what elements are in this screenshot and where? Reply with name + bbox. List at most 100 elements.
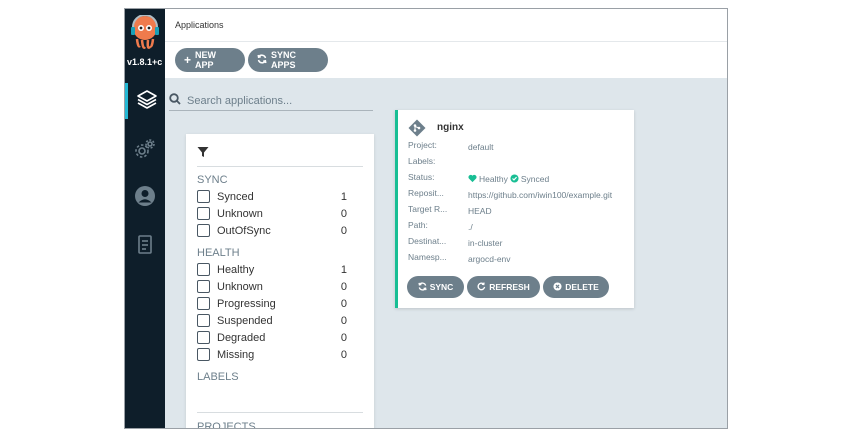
field-repository: Reposit... https://github.com/iwin100/exa… [408, 188, 633, 202]
sidebar-item-settings[interactable] [125, 133, 165, 169]
filter-label: OutOfSync [217, 224, 271, 237]
field-status: Status: Healthy Synced [408, 172, 633, 186]
plus-icon: + [184, 53, 192, 67]
checkbox[interactable] [197, 314, 210, 327]
field-key: Project: [408, 140, 437, 150]
sync-icon [257, 54, 267, 66]
app-name[interactable]: nginx [437, 122, 464, 133]
filter-section-health: HEALTH [197, 247, 240, 259]
sync-apps-button[interactable]: SYNC APPS [248, 48, 328, 72]
refresh-icon [477, 281, 486, 293]
refresh-label: REFRESH [489, 282, 530, 292]
delete-label: DELETE [565, 282, 599, 292]
filter-health-degraded[interactable]: Degraded 0 [197, 329, 347, 346]
filter-icon[interactable] [197, 145, 209, 163]
sidebar-item-documentation[interactable] [125, 229, 165, 265]
filter-label: Unknown [217, 280, 263, 293]
checkbox[interactable] [197, 297, 210, 310]
sync-status: Synced [520, 174, 550, 184]
status-value: Healthy Synced [468, 172, 633, 186]
checkbox[interactable] [197, 190, 210, 203]
checkbox[interactable] [197, 331, 210, 344]
filter-section-labels[interactable]: LABELS [197, 371, 239, 383]
sync-label: SYNC [429, 282, 454, 292]
filter-panel: SYNC Synced 1 Unknown 0 OutOfSync 0 HEALTH … [186, 134, 374, 428]
sync-button[interactable]: SYNC [407, 276, 464, 298]
checkbox[interactable] [197, 280, 210, 293]
filter-count: 0 [340, 348, 347, 361]
field-target-revision: Target R... HEAD [408, 204, 633, 218]
field-key: Namesp... [408, 252, 447, 262]
field-destination: Destinat... in-cluster [408, 236, 633, 250]
field-namespace: Namesp... argocd-env [408, 252, 633, 266]
filter-count: 0 [340, 207, 347, 220]
sidebar: v1.8.1+c [125, 9, 165, 428]
layers-icon [136, 88, 158, 115]
field-key: Destinat... [408, 236, 447, 246]
field-value[interactable]: https://github.com/iwin100/example.git [468, 188, 633, 202]
filter-section-sync: SYNC [197, 174, 228, 186]
filter-sync-outofsync[interactable]: OutOfSync 0 [197, 222, 347, 239]
heart-icon [468, 174, 477, 185]
toolbar: + NEW APP SYNC APPS [165, 42, 727, 78]
field-value: ./ [468, 222, 473, 232]
filter-label: Healthy [217, 263, 255, 276]
argo-logo[interactable] [129, 14, 161, 51]
field-value: argocd-env [468, 254, 511, 264]
filter-health-unknown[interactable]: Unknown 0 [197, 278, 347, 295]
new-app-button[interactable]: + NEW APP [175, 48, 245, 72]
sync-icon [418, 281, 427, 293]
delete-button[interactable]: DELETE [543, 276, 609, 298]
version-label: v1.8.1+c [127, 57, 163, 67]
filter-health-missing[interactable]: Missing 0 [197, 346, 347, 363]
app-window: v1.8.1+c Applications + NEW APP SYNC APP… [124, 8, 728, 429]
top-bar: Applications [165, 9, 727, 42]
page-title: Applications [175, 20, 224, 30]
check-circle-icon [510, 173, 519, 185]
filter-count: 0 [340, 331, 347, 344]
field-key: Labels: [408, 156, 436, 166]
field-key: Status: [408, 172, 435, 182]
search-bar [169, 91, 373, 111]
field-key: Path: [408, 220, 428, 230]
filter-label: Unknown [217, 207, 263, 220]
search-input[interactable] [187, 94, 367, 107]
health-status: Healthy [479, 174, 508, 184]
filter-health-progressing[interactable]: Progressing 0 [197, 295, 347, 312]
sidebar-item-user-info[interactable] [125, 180, 165, 216]
field-value [468, 156, 633, 170]
field-labels: Labels: [408, 156, 633, 170]
close-circle-icon [553, 281, 562, 293]
filter-count: 0 [340, 224, 347, 237]
filter-sync-unknown[interactable]: Unknown 0 [197, 205, 347, 222]
user-icon [134, 185, 156, 212]
field-value: in-cluster [468, 238, 503, 248]
filter-label: Progressing [217, 297, 276, 310]
filter-count: 1 [340, 263, 347, 276]
checkbox[interactable] [197, 224, 210, 237]
field-key: Target R... [408, 204, 448, 214]
filter-health-healthy[interactable]: Healthy 1 [197, 261, 347, 278]
filter-sync-synced[interactable]: Synced 1 [197, 188, 347, 205]
checkbox[interactable] [197, 348, 210, 361]
filter-count: 0 [340, 314, 347, 327]
filter-label: Missing [217, 348, 255, 361]
refresh-button[interactable]: REFRESH [467, 276, 540, 298]
divider [197, 166, 363, 167]
divider [197, 412, 363, 413]
filter-health-suspended[interactable]: Suspended 0 [197, 312, 347, 329]
search-icon [169, 92, 181, 110]
field-value: HEAD [468, 206, 492, 216]
filter-count: 0 [340, 297, 347, 310]
filter-count: 0 [340, 280, 347, 293]
gears-icon [134, 138, 156, 165]
app-card[interactable]: nginx Project: default Labels: Status: He… [395, 110, 634, 308]
book-icon [135, 234, 155, 261]
filter-section-projects[interactable]: PROJECTS [197, 421, 256, 428]
field-value: default [468, 142, 494, 152]
sidebar-item-applications[interactable] [125, 83, 165, 119]
sync-apps-label: SYNC APPS [271, 50, 297, 70]
field-project: Project: default [408, 140, 633, 154]
checkbox[interactable] [197, 263, 210, 276]
checkbox[interactable] [197, 207, 210, 220]
